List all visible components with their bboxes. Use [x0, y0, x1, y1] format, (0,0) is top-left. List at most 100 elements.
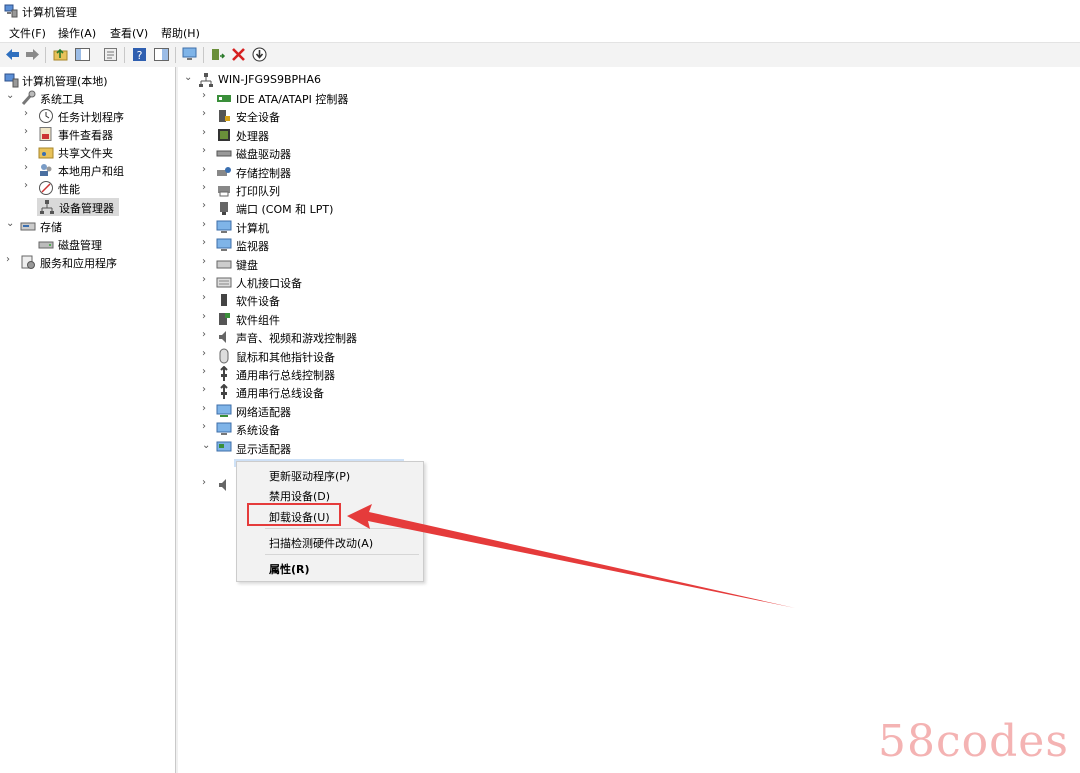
chevron-right-icon[interactable]: ›	[24, 108, 34, 122]
forward-arrow-icon[interactable]	[24, 46, 41, 63]
chevron-right-icon[interactable]: ›	[202, 366, 212, 380]
device-category-item[interactable]: › 处理器	[202, 126, 392, 144]
chevron-down-icon[interactable]: ⌄	[202, 440, 212, 454]
chevron-right-icon[interactable]: ›	[202, 237, 212, 251]
properties-icon[interactable]	[102, 46, 119, 63]
device-category-item[interactable]: › 鼠标和其他指针设备	[202, 347, 392, 365]
tree-item-local-users[interactable]: › 本地用户和组	[24, 161, 169, 179]
menu-item-properties[interactable]: 属性(R)	[269, 561, 310, 577]
device-category-item[interactable]: › 通用串行总线设备	[202, 383, 392, 401]
toolbar: ?	[0, 42, 1080, 68]
device-category-label: 网络适配器	[236, 405, 291, 419]
menu-separator	[265, 528, 419, 529]
device-category-item[interactable]: › 监视器	[202, 236, 392, 254]
chevron-right-icon[interactable]: ›	[24, 180, 34, 194]
chevron-right-icon[interactable]: ›	[202, 403, 212, 417]
monitor-icon[interactable]	[181, 46, 198, 63]
tree-item-system-tools[interactable]: ⌄ 系统工具	[6, 89, 166, 107]
chevron-right-icon[interactable]: ›	[24, 126, 34, 140]
device-category-item[interactable]: › 端口 (COM 和 LPT)	[202, 199, 392, 217]
tree-item-shared-folders[interactable]: › 共享文件夹	[24, 143, 169, 161]
device-category-label: 磁盘驱动器	[236, 148, 291, 162]
security-device-icon	[219, 110, 230, 123]
chevron-right-icon[interactable]: ›	[202, 311, 212, 325]
download-circle-icon[interactable]	[251, 46, 268, 63]
chevron-right-icon[interactable]: ›	[202, 145, 212, 159]
tools-icon	[21, 90, 36, 105]
tree-item-root[interactable]: 计算机管理(本地)	[0, 71, 170, 89]
tree-item-task-scheduler[interactable]: › 任务计划程序	[24, 107, 169, 125]
event-log-icon	[39, 127, 52, 141]
computer-management-icon	[4, 4, 18, 18]
chevron-right-icon[interactable]: ›	[202, 182, 212, 196]
tree-item-event-viewer[interactable]: › 事件查看器	[24, 125, 169, 143]
chevron-right-icon[interactable]: ›	[202, 477, 212, 491]
device-category-item[interactable]: › 人机接口设备	[202, 273, 392, 291]
services-icon	[21, 255, 35, 269]
device-category-item[interactable]: › 通用串行总线控制器	[202, 365, 392, 383]
chevron-right-icon[interactable]: ›	[202, 274, 212, 288]
tree-label: 任务计划程序	[58, 111, 124, 124]
help-icon[interactable]: ?	[131, 46, 148, 63]
device-category-item[interactable]: › 声音、视频和游戏控制器	[202, 328, 392, 346]
chevron-right-icon[interactable]: ›	[202, 329, 212, 343]
show-hide-tree-icon[interactable]	[74, 46, 91, 63]
chevron-right-icon[interactable]: ›	[6, 254, 16, 268]
chevron-right-icon[interactable]: ›	[202, 219, 212, 233]
chevron-right-icon[interactable]: ›	[202, 127, 212, 141]
device-category-item[interactable]: › 软件组件	[202, 310, 392, 328]
up-folder-icon[interactable]	[52, 46, 69, 63]
device-category-item[interactable]: › 打印队列	[202, 181, 392, 199]
update-driver-icon[interactable]	[209, 46, 226, 63]
computer-icon	[216, 220, 232, 233]
device-category-item[interactable]: › 磁盘驱动器	[202, 144, 392, 162]
menu-action[interactable]: 操作(A)	[58, 25, 96, 41]
chevron-down-icon[interactable]: ⌄	[6, 90, 16, 104]
toolbar-divider	[203, 47, 204, 63]
action-pane-icon[interactable]	[153, 46, 170, 63]
chevron-right-icon[interactable]: ›	[202, 292, 212, 306]
chevron-down-icon[interactable]: ⌄	[184, 72, 194, 86]
tree-item-device-manager[interactable]: 设备管理器	[37, 198, 119, 216]
menu-file[interactable]: 文件(F)	[9, 25, 46, 41]
chevron-right-icon[interactable]: ›	[202, 421, 212, 435]
chevron-right-icon[interactable]: ›	[202, 200, 212, 214]
device-tree-root[interactable]: ⌄ WIN-JFG9S9BPHA6	[184, 71, 384, 89]
device-category-item[interactable]: › 软件设备	[202, 291, 392, 309]
device-category-item[interactable]: ⌄ 显示适配器	[202, 439, 392, 457]
chevron-right-icon[interactable]: ›	[24, 144, 34, 158]
back-arrow-icon[interactable]	[4, 46, 21, 63]
menu-item-update-driver[interactable]: 更新驱动程序(P)	[269, 468, 350, 484]
uninstall-x-icon[interactable]	[230, 46, 247, 63]
device-category-item[interactable]: › 存储控制器	[202, 163, 392, 181]
device-category-label: 键盘	[236, 258, 258, 272]
chevron-right-icon[interactable]: ›	[202, 256, 212, 270]
chevron-right-icon[interactable]: ›	[202, 164, 212, 178]
chevron-right-icon[interactable]: ›	[202, 348, 212, 362]
chevron-right-icon[interactable]: ›	[202, 384, 212, 398]
menu-help[interactable]: 帮助(H)	[161, 25, 200, 41]
tree-item-disk-management[interactable]: 磁盘管理	[24, 235, 169, 253]
device-category-label: 显示适配器	[236, 442, 291, 456]
tree-label: 服务和应用程序	[40, 257, 117, 270]
svg-text:?: ?	[137, 49, 143, 62]
device-category-item[interactable]: › 安全设备	[202, 107, 392, 125]
menu-item-disable-device[interactable]: 禁用设备(D)	[269, 488, 330, 504]
device-category-label: 软件组件	[236, 313, 280, 327]
menu-view[interactable]: 查看(V)	[110, 25, 148, 41]
chevron-right-icon[interactable]: ›	[202, 108, 212, 122]
chevron-right-icon[interactable]: ›	[24, 162, 34, 176]
device-category-item[interactable]: › 计算机	[202, 218, 392, 236]
device-category-item[interactable]: › IDE ATA/ATAPI 控制器	[202, 89, 392, 107]
device-category-label: IDE ATA/ATAPI 控制器	[236, 93, 349, 106]
device-category-item[interactable]: › 系统设备	[202, 420, 392, 438]
device-category-item[interactable]: › 网络适配器	[202, 402, 392, 420]
device-category-item[interactable]: › 键盘	[202, 255, 392, 273]
tree-item-performance[interactable]: › 性能	[24, 179, 169, 197]
device-category-label: 通用串行总线设备	[236, 387, 324, 401]
tree-item-services[interactable]: › 服务和应用程序	[6, 253, 166, 271]
chevron-right-icon[interactable]: ›	[202, 90, 212, 104]
tree-item-storage[interactable]: ⌄ 存储	[6, 217, 166, 235]
menu-item-scan-hardware[interactable]: 扫描检测硬件改动(A)	[269, 535, 373, 551]
chevron-down-icon[interactable]: ⌄	[6, 218, 16, 232]
